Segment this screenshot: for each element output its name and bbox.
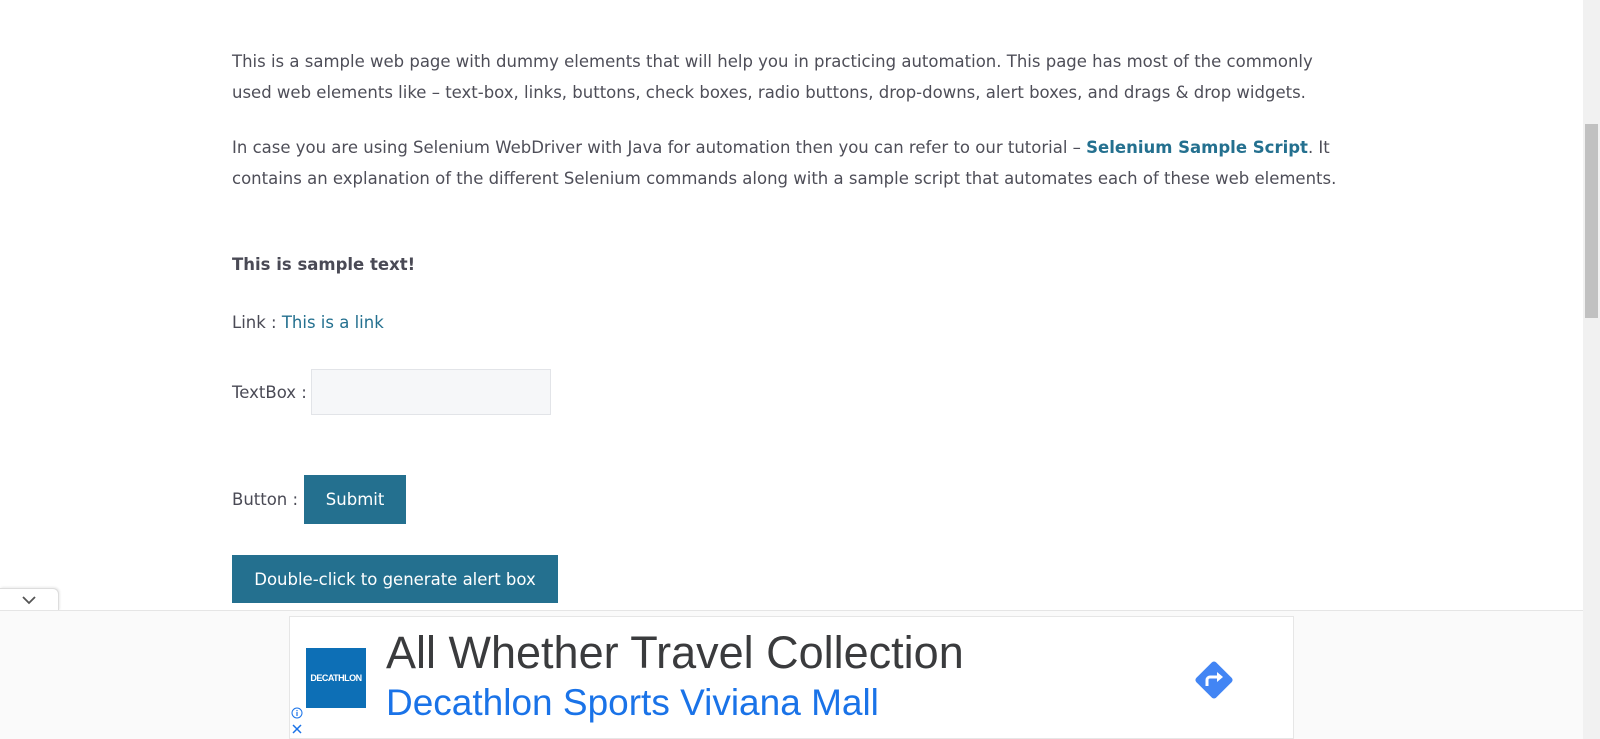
textbox-row: TextBox : [232, 368, 551, 416]
scrollbar-thumb[interactable] [1585, 124, 1598, 318]
ad-subline[interactable]: Decathlon Sports Viviana Mall [386, 681, 879, 725]
page: This is a sample web page with dummy ele… [0, 0, 1600, 739]
selenium-sample-script-link[interactable]: Selenium Sample Script [1086, 138, 1308, 157]
close-icon[interactable] [291, 723, 303, 735]
page-scrollbar[interactable] [1583, 0, 1600, 739]
link-row: Link : This is a link [232, 313, 384, 332]
button-row: Button : Submit [232, 474, 407, 524]
info-icon[interactable] [291, 707, 303, 719]
button-label: Button : [232, 489, 299, 509]
ad-banner[interactable]: DECATHLON All Whether Travel Collection … [289, 616, 1294, 739]
textbox-label: TextBox : [232, 382, 307, 402]
sample-link[interactable]: This is a link [282, 313, 384, 332]
directions-icon[interactable] [1190, 656, 1238, 704]
ad-collapse-toggle[interactable] [0, 588, 59, 611]
double-click-alert-button[interactable]: Double-click to generate alert box [232, 555, 558, 603]
intro-section: This is a sample web page with dummy ele… [232, 47, 1352, 219]
tutorial-paragraph: In case you are using Selenium WebDriver… [232, 133, 1352, 194]
submit-button[interactable]: Submit [304, 474, 407, 524]
link-label: Link : [232, 313, 282, 332]
sample-textbox[interactable] [310, 369, 551, 415]
decathlon-logo: DECATHLON [306, 648, 366, 708]
tutorial-text-before: In case you are using Selenium WebDriver… [232, 138, 1087, 157]
intro-paragraph: This is a sample web page with dummy ele… [232, 52, 1313, 102]
ad-headline[interactable]: All Whether Travel Collection [386, 627, 964, 679]
sample-text: This is sample text! [232, 255, 416, 274]
chevron-down-icon [22, 596, 36, 605]
